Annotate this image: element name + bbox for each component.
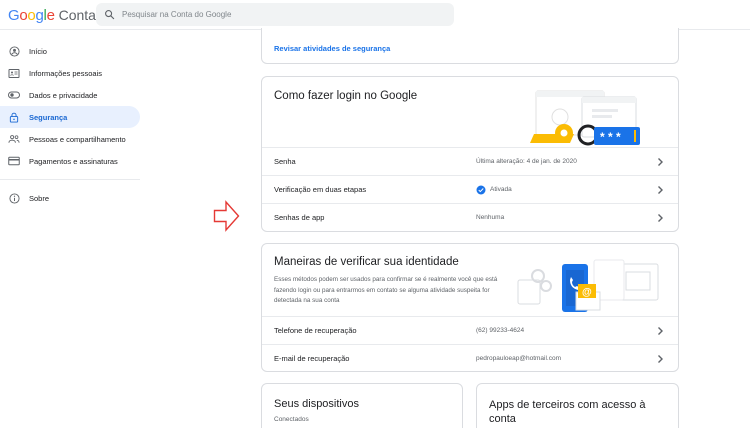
toggle-icon [8, 89, 20, 101]
card-title: Maneiras de verificar sua identidade [274, 256, 459, 268]
sidebar-item-pessoas-compartilhamento[interactable]: Pessoas e compartilhamento [0, 128, 140, 150]
sidebar-item-label: Pagamentos e assinaturas [29, 156, 118, 166]
card-title: Apps de terceiros com acesso à conta [489, 399, 646, 425]
card-subtitle: Conectados [274, 416, 309, 423]
sidebar-nav: Início Informações pessoais Dados e priv… [0, 40, 140, 209]
sidebar-item-label: Dados e privacidade [29, 90, 98, 100]
login-illustration-icon: * * * [530, 90, 640, 146]
id-card-icon [8, 67, 20, 79]
row-value: pedropauloeap@hotmail.com [476, 355, 561, 362]
row-label: E-mail de recuperação [274, 354, 350, 363]
devices-card[interactable]: Seus dispositivos Conectados [261, 383, 463, 428]
sidebar-item-label: Sobre [29, 193, 50, 203]
recovery-illustration-icon: @ [517, 259, 659, 312]
sidebar-item-sobre[interactable]: Sobre [0, 187, 140, 209]
app-passwords-value: Nenhuma [476, 214, 505, 221]
row-value: Nenhuma [476, 214, 504, 221]
lock-icon [8, 111, 20, 123]
sidebar-item-seguranca[interactable]: Segurança [0, 106, 140, 128]
chevron-right-icon [658, 326, 663, 335]
password-last-changed: Última alteração: 4 de jan. de 2020 [476, 158, 577, 165]
google-wordmark: Google [8, 7, 55, 24]
login-methods-card: Como fazer login no Google * * * Senha Ú… [261, 76, 679, 232]
row-label: Senha [274, 157, 296, 166]
sidebar-item-pagamentos-assinaturas[interactable]: Pagamentos e assinaturas [0, 150, 140, 172]
third-party-apps-card[interactable]: Apps de terceiros com acesso à conta [476, 383, 679, 428]
card-title: Como fazer login no Google [274, 90, 418, 102]
row-label: Senhas de app [274, 213, 325, 222]
credit-card-icon [8, 155, 20, 167]
row-email-recuperacao[interactable]: E-mail de recuperação pedropauloeap@hotm… [262, 344, 678, 371]
verify-identity-card: Maneiras de verificar sua identidade Ess… [261, 243, 679, 372]
svg-text:@: @ [582, 287, 592, 298]
recovery-phone: (62) 99233-4624 [476, 327, 525, 334]
row-value: Ativada [476, 185, 512, 195]
row-value: Última alteração: 4 de jan. de 2020 [476, 158, 577, 165]
row-senhas-de-app[interactable]: Senhas de app Nenhuma [262, 203, 678, 231]
sidebar-item-label: Pessoas e compartilhamento [29, 134, 126, 144]
chevron-right-icon [658, 354, 663, 363]
chevron-right-icon [658, 213, 663, 222]
chevron-right-icon [658, 157, 663, 166]
two-step-status: Ativada [490, 186, 512, 193]
sidebar-item-label: Início [29, 46, 47, 56]
card-description: Esses métodos podem ser usados para conf… [274, 276, 498, 304]
sidebar-item-inicio[interactable]: Início [0, 40, 140, 62]
recovery-email: pedropauloeap@hotmail.com [476, 355, 562, 362]
sidebar-item-label: Informações pessoais [29, 68, 102, 78]
sidebar-item-informacoes-pessoais[interactable]: Informações pessoais [0, 62, 140, 84]
people-icon [8, 133, 20, 145]
row-senha[interactable]: Senha Última alteração: 4 de jan. de 202… [262, 147, 678, 175]
row-label: Verificação em duas etapas [274, 185, 367, 194]
row-telefone-recuperacao[interactable]: Telefone de recuperação (62) 99233-4624 [262, 316, 678, 344]
check-circle-icon [476, 185, 486, 194]
search-input[interactable] [122, 10, 422, 19]
svg-text:* * *: * * * [600, 130, 621, 144]
row-label: Telefone de recuperação [274, 326, 357, 335]
person-circle-icon [8, 45, 20, 57]
search-icon[interactable] [96, 9, 122, 20]
chevron-right-icon [658, 185, 663, 194]
security-activity-card: Revisar atividades de segurança [261, 28, 679, 64]
row-verificacao-duas-etapas[interactable]: Verificação em duas etapas Ativada [262, 175, 678, 203]
sidebar-item-dados-privacidade[interactable]: Dados e privacidade [0, 84, 140, 106]
app-header: Google Conta [0, 0, 750, 30]
sidebar-item-label: Segurança [29, 112, 68, 122]
product-name: Conta [58, 7, 96, 23]
review-security-activity-link[interactable]: Revisar atividades de segurança [274, 44, 390, 53]
row-value: (62) 99233-4624 [476, 327, 524, 334]
annotation-arrow-icon [213, 200, 240, 232]
card-title: Seus dispositivos [274, 398, 359, 410]
sidebar-divider [0, 179, 140, 180]
info-icon [8, 192, 20, 204]
search-box[interactable] [96, 3, 454, 26]
google-account-logo[interactable]: Google Conta [8, 7, 96, 24]
